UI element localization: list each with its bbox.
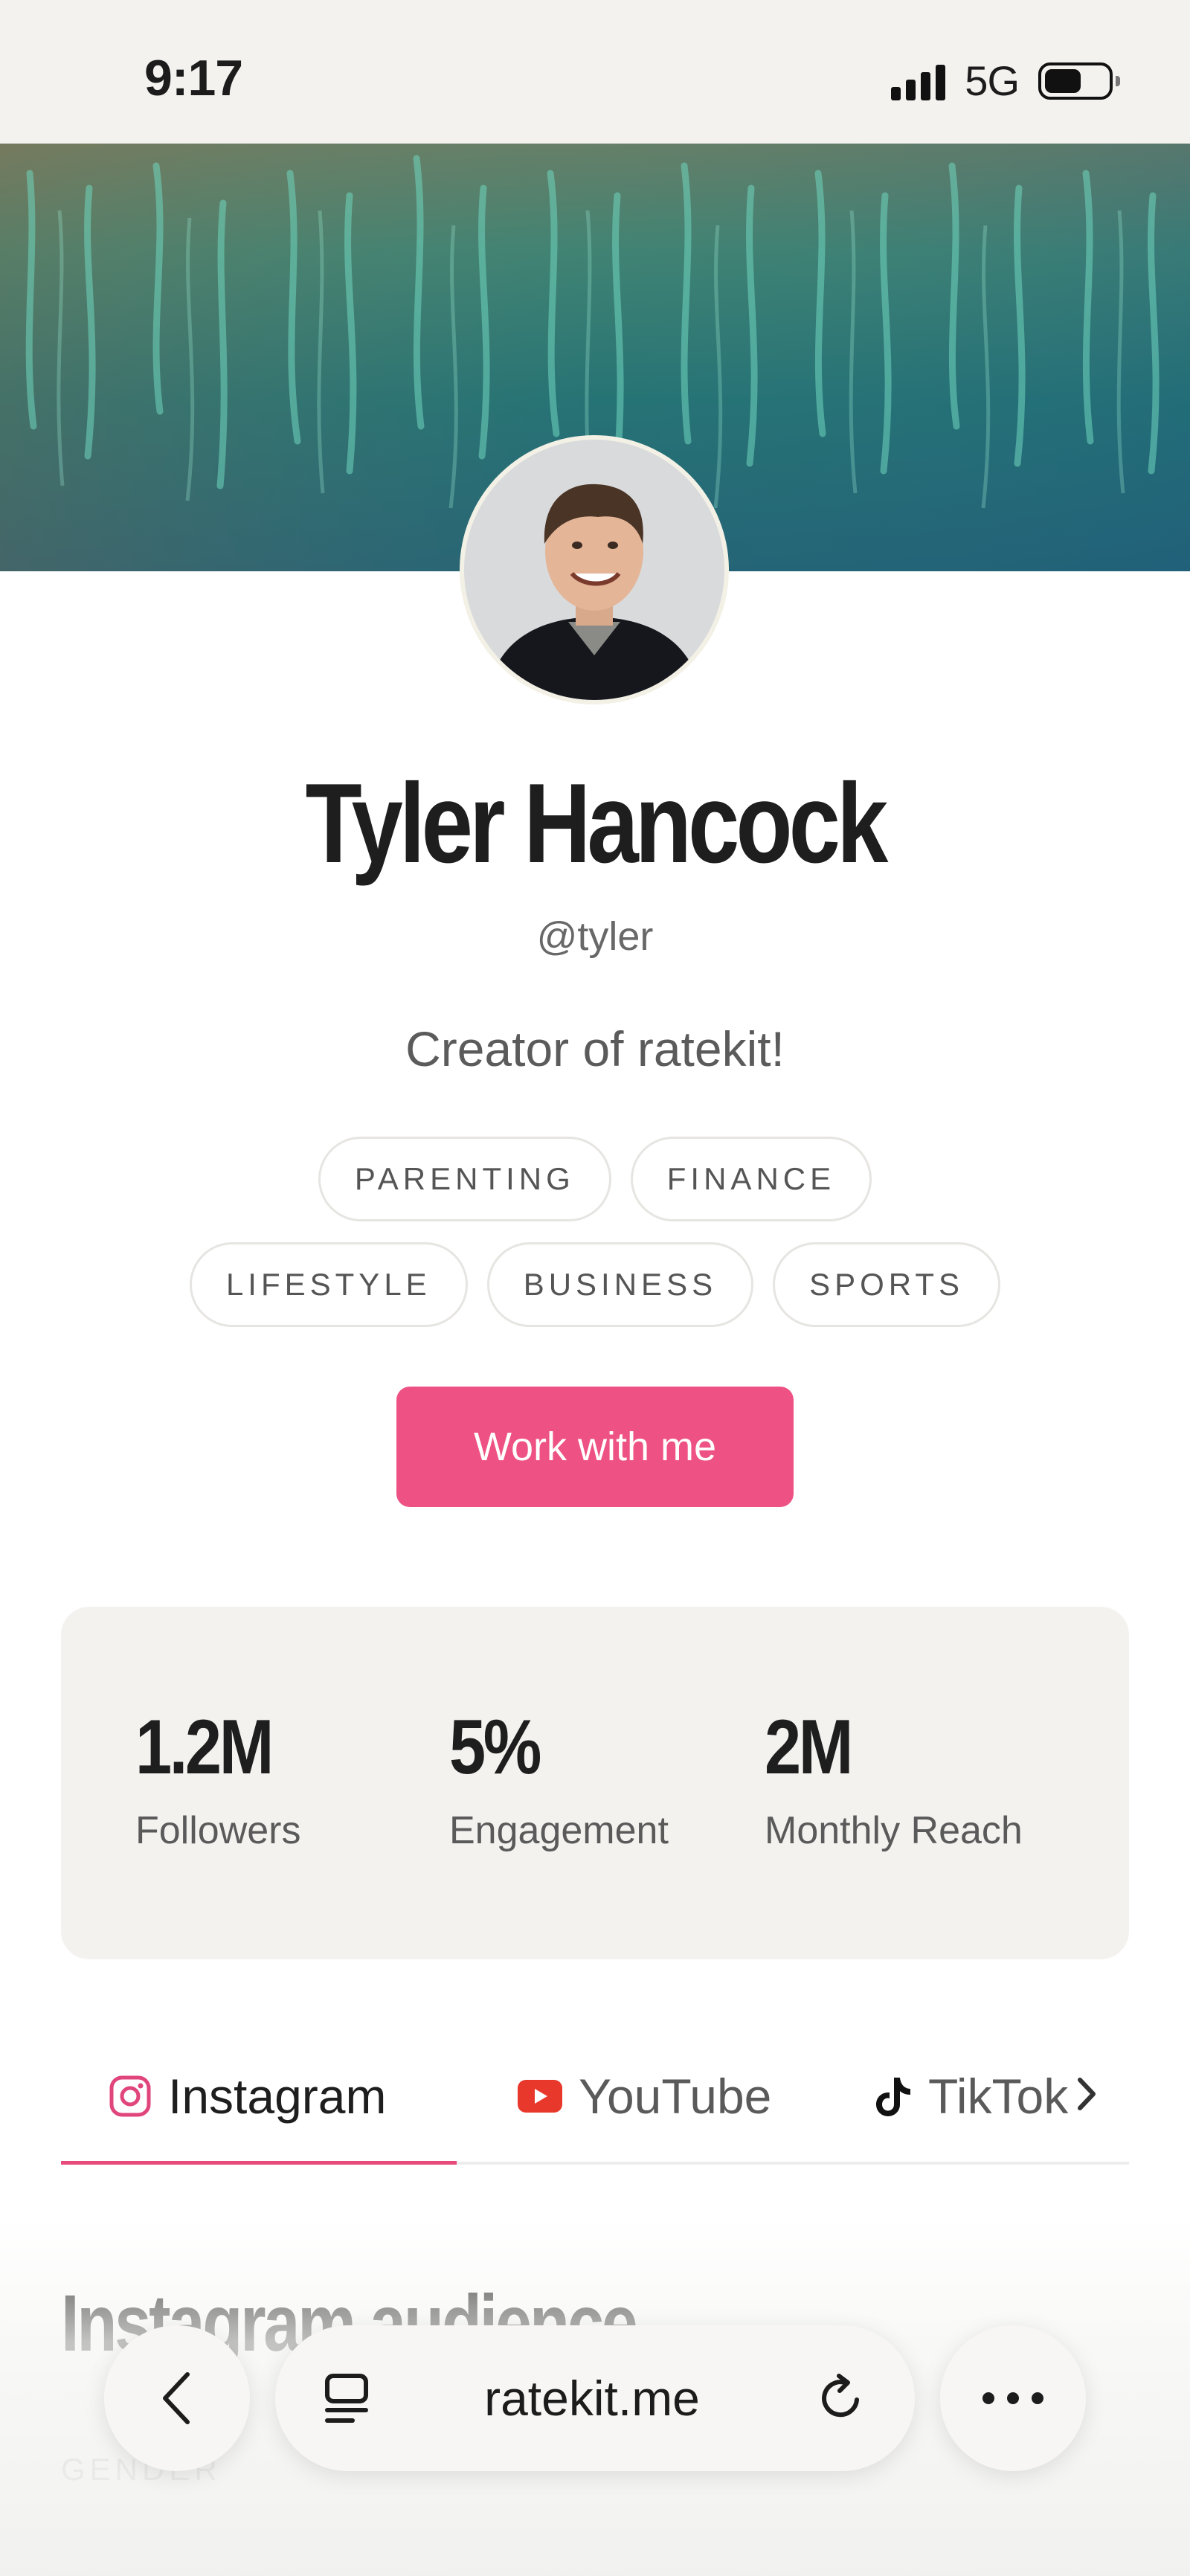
battery-icon: [1038, 62, 1120, 100]
category-tags: PARENTING FINANCE LIFESTYLE BUSINESS SPO…: [0, 1137, 1190, 1327]
stat-value: 5%: [449, 1704, 541, 1790]
chevron-left-icon: [163, 2372, 190, 2424]
address-bar[interactable]: ratekit.me: [275, 2325, 915, 2471]
profile-bio: Creator of ratekit!: [405, 1021, 785, 1076]
tab-label: YouTube: [579, 2069, 772, 2124]
tiktok-icon: [876, 2078, 910, 2116]
tab-youtube[interactable]: YouTube: [518, 2068, 771, 2124]
tab-tiktok[interactable]: TikTok: [873, 2068, 1068, 2124]
stats-card: 1.2M Followers 5% Engagement 2M Monthly …: [61, 1607, 1129, 1959]
status-indicators: 5G: [891, 57, 1120, 105]
reload-icon[interactable]: [814, 2371, 867, 2425]
stat-value: 1.2M: [135, 1704, 274, 1790]
chevron-right-icon: [1078, 2078, 1096, 2110]
stat-monthly-reach: 2M Monthly Reach: [765, 1703, 1023, 1853]
tag-finance[interactable]: FINANCE: [630, 1137, 872, 1221]
browser-toolbar: ratekit.me: [0, 2325, 1190, 2474]
profile-name: Tyler Hancock: [305, 760, 889, 887]
work-with-me-button[interactable]: Work with me: [396, 1387, 794, 1507]
tag-business[interactable]: BUSINESS: [486, 1242, 754, 1327]
stat-value: 2M: [765, 1704, 853, 1790]
back-button[interactable]: [104, 2325, 250, 2471]
tab-label: Instagram: [168, 2069, 387, 2124]
instagram-icon: [109, 2075, 151, 2117]
signal-icon: [891, 62, 946, 100]
page-menu-icon: [325, 2374, 368, 2423]
stat-followers: 1.2M Followers: [135, 1703, 301, 1853]
more-button[interactable]: [940, 2325, 1086, 2471]
tag-sports[interactable]: SPORTS: [773, 1242, 1001, 1327]
avatar: [460, 435, 729, 704]
stat-label: Monthly Reach: [765, 1809, 1023, 1852]
stat-label: Engagement: [449, 1809, 669, 1852]
active-tab-indicator: [61, 2161, 457, 2165]
profile-handle: @tyler: [536, 914, 654, 959]
youtube-icon: [518, 2080, 562, 2113]
stat-engagement: 5% Engagement: [449, 1703, 669, 1853]
tab-label: TikTok: [928, 2069, 1069, 2124]
status-time: 9:17: [144, 50, 243, 106]
more-dots-icon: [982, 2392, 1043, 2404]
address-text: ratekit.me: [484, 2371, 700, 2426]
tab-instagram[interactable]: Instagram: [109, 2068, 386, 2124]
stat-label: Followers: [135, 1809, 301, 1852]
tabs-scroll-right[interactable]: [1074, 2075, 1099, 2116]
status-bar: 9:17 5G: [0, 0, 1190, 144]
tag-parenting[interactable]: PARENTING: [318, 1137, 611, 1221]
platform-tabs: Instagram YouTube TikTok: [61, 2038, 1129, 2165]
network-label: 5G: [965, 57, 1020, 104]
tag-lifestyle[interactable]: LIFESTYLE: [189, 1242, 468, 1327]
